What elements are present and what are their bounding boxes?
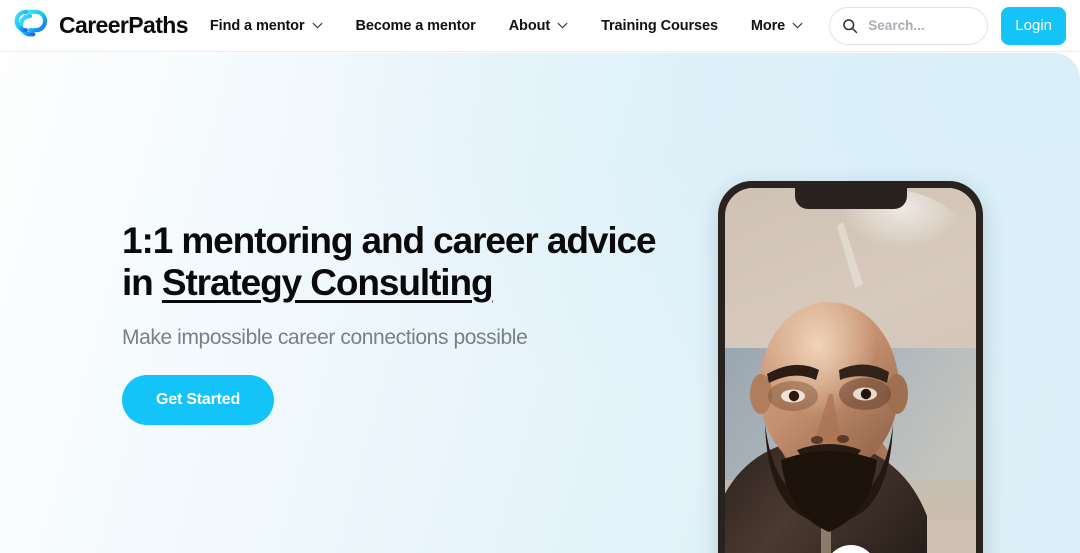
video-call-screen <box>725 188 976 553</box>
call-controls <box>725 545 976 553</box>
chevron-down-icon <box>557 22 568 29</box>
hero-title: 1:1 mentoring and career advice in Strat… <box>122 220 682 304</box>
phone-mockup <box>718 181 983 553</box>
site-header: CareerPaths Find a mentor Become a mento… <box>0 0 1080 52</box>
hero-section: 1:1 mentoring and career advice in Strat… <box>0 53 1080 553</box>
brand-name: CareerPaths <box>59 12 189 38</box>
nav-label: About <box>508 17 551 34</box>
main-navigation: Find a mentor Become a mentor About Trai… <box>210 12 829 40</box>
nav-item-find-a-mentor[interactable]: Find a mentor <box>210 12 323 40</box>
login-button[interactable]: Login <box>1001 6 1066 45</box>
nav-item-training-courses[interactable]: Training Courses <box>601 12 718 40</box>
nav-label: Become a mentor <box>355 17 476 34</box>
chevron-down-icon <box>312 22 322 29</box>
video-call-photo <box>725 188 976 553</box>
phone-notch <box>794 188 907 209</box>
nav-label: Find a mentor <box>209 17 305 34</box>
hero-title-line2-prefix: in <box>122 262 162 303</box>
get-started-button[interactable]: Get Started <box>122 375 275 425</box>
careerpaths-cp-monogram-icon <box>14 9 48 43</box>
hero-title-highlight: Strategy Consulting <box>161 262 494 303</box>
search-box[interactable] <box>829 6 989 45</box>
chevron-down-icon <box>792 22 803 29</box>
nav-label: Training Courses <box>601 17 718 34</box>
brand-logo-link[interactable]: CareerPaths <box>10 6 189 46</box>
hero-title-line1: 1:1 mentoring and career advice <box>122 220 657 261</box>
nav-label: More <box>750 17 786 34</box>
search-input[interactable] <box>868 18 976 33</box>
hero-subtitle: Make impossible career connections possi… <box>122 326 528 349</box>
hero-copy: 1:1 mentoring and career advice in Strat… <box>122 220 682 425</box>
nav-item-more[interactable]: More <box>751 12 803 40</box>
search-icon <box>843 18 858 33</box>
nav-item-about[interactable]: About <box>509 12 568 40</box>
nav-item-become-a-mentor[interactable]: Become a mentor <box>356 12 476 40</box>
end-call-button[interactable] <box>824 545 877 553</box>
